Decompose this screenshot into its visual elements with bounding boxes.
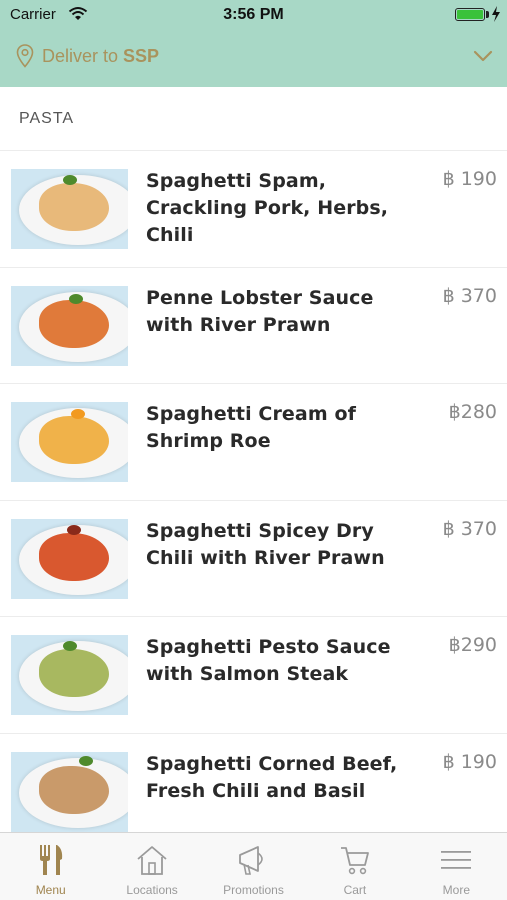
- menu-item-row[interactable]: Spaghetti Cream of Shrimp Roe ฿280: [0, 384, 507, 501]
- section-header: PASTA: [0, 88, 507, 151]
- item-price: ฿290: [448, 634, 497, 656]
- tab-locations[interactable]: Locations: [101, 833, 202, 900]
- megaphone-icon: [238, 846, 263, 875]
- item-name: Spaghetti Spam, Crackling Pork, Herbs, C…: [146, 170, 389, 246]
- menu-item-row[interactable]: Spaghetti Pesto Sauce with Salmon Steak …: [0, 617, 507, 734]
- food-thumbnail: [11, 402, 128, 482]
- status-bar: Carrier 3:56 PM: [0, 0, 507, 30]
- tab-more[interactable]: More: [406, 833, 507, 900]
- food-thumbnail: [11, 169, 128, 249]
- tab-label: Cart: [343, 883, 367, 897]
- menu-item-row[interactable]: Spaghetti Spam, Crackling Pork, Herbs, C…: [0, 151, 507, 268]
- menu-lines-icon: [441, 851, 472, 869]
- item-name: Penne Lobster Sauce with River Prawn: [146, 286, 374, 336]
- tab-promotions[interactable]: Promotions: [203, 833, 304, 900]
- clock: 3:56 PM: [223, 6, 284, 23]
- tab-bar: Menu Locations Promotions Cart More: [0, 832, 507, 900]
- item-price: ฿ 190: [442, 750, 497, 773]
- menu-item-row[interactable]: Spaghetti Spicey Dry Chili with River Pr…: [0, 501, 507, 617]
- tab-label: Promotions: [223, 883, 284, 897]
- charging-icon: [492, 6, 500, 22]
- item-price: ฿ 370: [442, 284, 497, 307]
- menu-list[interactable]: Spaghetti Spam, Crackling Pork, Herbs, C…: [0, 151, 507, 832]
- tab-cart[interactable]: Cart: [304, 833, 405, 900]
- item-name: Spaghetti Pesto Sauce with Salmon Steak: [146, 636, 391, 685]
- battery-tip: [486, 11, 489, 18]
- item-name: Spaghetti Corned Beef, Fresh Chili and B…: [146, 752, 398, 802]
- deliver-to-selector[interactable]: Deliver to SSP: [16, 41, 159, 71]
- tab-menu[interactable]: Menu: [0, 833, 101, 900]
- cutlery-icon: [39, 845, 62, 875]
- item-name: Spaghetti Cream of Shrimp Roe: [146, 403, 356, 452]
- item-price: ฿280: [448, 401, 497, 423]
- food-thumbnail: [11, 285, 128, 366]
- item-price: ฿ 370: [442, 517, 497, 540]
- tab-label: More: [442, 883, 470, 897]
- app-header: Carrier 3:56 PM Deliver to SSP: [0, 0, 507, 87]
- tab-label: Locations: [126, 883, 178, 897]
- location-pin-icon: [16, 44, 34, 68]
- food-thumbnail: [11, 518, 128, 599]
- cart-icon: [340, 847, 369, 875]
- house-icon: [137, 846, 167, 875]
- item-name: Spaghetti Spicey Dry Chili with River Pr…: [146, 519, 385, 569]
- section-title: PASTA: [19, 110, 75, 127]
- menu-item-row[interactable]: Spaghetti Corned Beef, Fresh Chili and B…: [0, 734, 507, 833]
- food-thumbnail: [11, 751, 128, 832]
- battery-icon: [455, 8, 485, 21]
- chevron-down-icon[interactable]: [473, 50, 493, 62]
- item-price: ฿ 190: [442, 168, 497, 190]
- tab-label: Menu: [35, 883, 66, 897]
- deliver-prefix: Deliver to: [42, 45, 124, 66]
- deliver-location: SSP: [123, 45, 160, 66]
- menu-item-row[interactable]: Penne Lobster Sauce with River Prawn ฿ 3…: [0, 268, 507, 384]
- food-thumbnail: [11, 635, 128, 715]
- deliver-label: Deliver to SSP: [42, 46, 159, 67]
